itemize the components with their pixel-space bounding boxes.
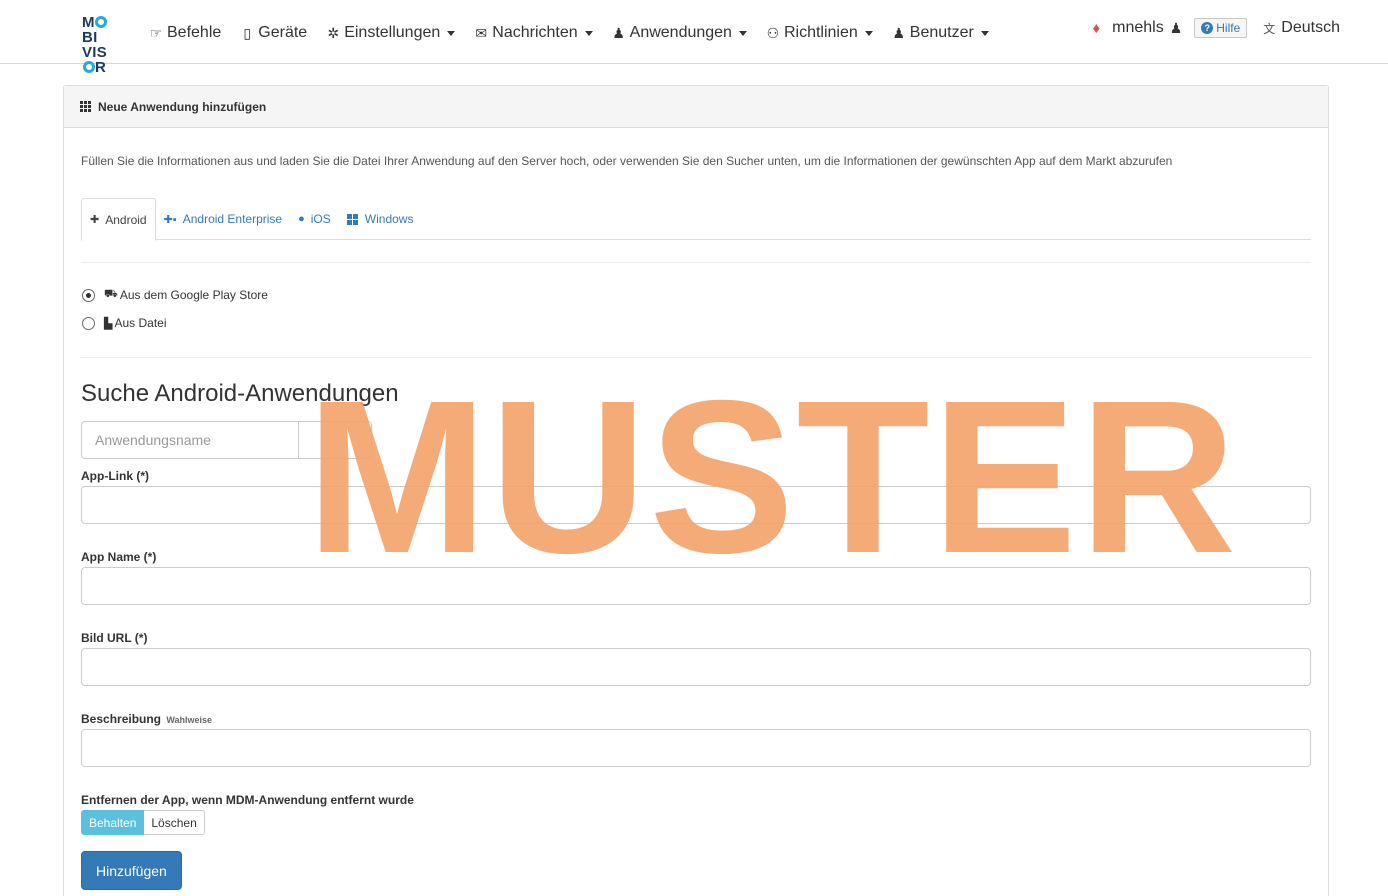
username[interactable]: mnehls: [1112, 19, 1164, 37]
nav-befehle[interactable]: ☞ Befehle: [148, 24, 222, 42]
search-button[interactable]: [299, 421, 372, 459]
cart-icon: ⛟: [104, 288, 118, 300]
nav-benutzer[interactable]: ♟ Benutzer: [891, 24, 989, 42]
nav-nachrichten[interactable]: ✉ Nachrichten: [473, 24, 593, 42]
question-circle-icon: ?: [1201, 22, 1214, 34]
app-link-input[interactable]: [81, 486, 1311, 524]
search-title: Suche Android-Anwendungen: [81, 380, 399, 407]
chevron-down-icon: [447, 30, 456, 36]
user-icon[interactable]: ♟: [1170, 20, 1183, 37]
add-button[interactable]: Hinzufügen: [81, 851, 182, 890]
chevron-down-icon: [738, 30, 747, 36]
chevron-down-icon: [980, 30, 989, 36]
language-selector[interactable]: 文 Deutsch: [1263, 19, 1340, 37]
user-area: ♦ mnehls ♟ ? Hilfe 文 Deutsch: [1092, 18, 1340, 38]
app-name-input[interactable]: [81, 567, 1311, 605]
apple-icon: ●: [298, 213, 305, 225]
radio-google-play[interactable]: [82, 288, 95, 302]
add-application-panel: Neue Anwendung hinzufügen Füllen Sie die…: [63, 85, 1329, 896]
nav-richtlinien[interactable]: ⚇ Richtlinien: [765, 24, 873, 42]
source-file-option[interactable]: ▙ Aus Datei: [82, 316, 167, 330]
top-navbar: MBI VISR ☞ Befehle ▯ Geräte ✲ Einstellun…: [0, 0, 1388, 75]
delete-option-button[interactable]: Löschen: [144, 810, 205, 835]
tab-android-enterprise[interactable]: ✚▪ Android Enterprise: [156, 198, 291, 240]
hand-pointer-icon: ☞: [149, 24, 163, 41]
language-icon: 文: [1263, 21, 1276, 36]
nav-geraete[interactable]: ▯ Geräte: [239, 24, 307, 42]
panel-title: Neue Anwendung hinzufügen: [98, 99, 267, 114]
nav-einstellungen[interactable]: ✲ Einstellungen: [325, 24, 456, 42]
bell-icon[interactable]: ♦: [1092, 20, 1100, 37]
intro-text: Füllen Sie die Informationen aus und lad…: [81, 154, 1173, 168]
mobivisor-logo[interactable]: MBI VISR: [82, 15, 120, 75]
radio-from-file[interactable]: [82, 316, 95, 330]
users-icon: ⚇: [766, 24, 780, 41]
app-name-label: App Name (*): [81, 550, 157, 564]
app-link-label: App-Link (*): [81, 469, 149, 483]
chevron-down-icon: [584, 30, 593, 36]
app-user-icon: ♟: [612, 24, 625, 41]
optional-hint: Wahlweise: [166, 715, 213, 725]
user-icon: ♟: [892, 24, 906, 41]
keep-option-button[interactable]: Behalten: [81, 810, 145, 835]
description-label: Beschreibung Wahlweise: [81, 712, 213, 726]
tab-windows[interactable]: Windows: [339, 198, 422, 240]
android-enterprise-icon: ✚▪: [163, 213, 177, 226]
app-search-input[interactable]: [81, 421, 299, 459]
divider: [81, 262, 1311, 263]
nav-anwendungen[interactable]: ♟ Anwendungen: [611, 24, 747, 42]
gear-icon: ✲: [327, 24, 340, 41]
description-input[interactable]: [81, 729, 1311, 767]
remove-app-label: Entfernen der App, wenn MDM-Anwendung en…: [81, 793, 414, 807]
grid-icon: [80, 101, 91, 112]
file-icon: ▙: [104, 317, 113, 330]
source-google-play-option[interactable]: ⛟ Aus dem Google Play Store: [82, 288, 268, 302]
mobile-icon: ▯: [243, 24, 252, 41]
platform-tabs: ✚ Android ✚▪ Android Enterprise ● iOS Wi…: [81, 198, 1311, 241]
envelope-icon: ✉: [475, 24, 488, 41]
help-button[interactable]: ? Hilfe: [1194, 18, 1248, 38]
tab-ios[interactable]: ● iOS: [290, 198, 339, 240]
remove-app-toggle: Behalten Löschen: [81, 810, 205, 835]
windows-icon: [346, 213, 358, 225]
panel-heading: Neue Anwendung hinzufügen: [64, 86, 1328, 128]
main-menu: ☞ Befehle ▯ Geräte ✲ Einstellungen ✉ Nac…: [148, 20, 1007, 46]
divider: [81, 357, 1311, 358]
android-icon: ✚: [90, 214, 100, 226]
image-url-label: Bild URL (*): [81, 631, 148, 645]
chevron-down-icon: [864, 30, 873, 36]
image-url-input[interactable]: [81, 648, 1311, 686]
tab-android[interactable]: ✚ Android: [81, 198, 156, 241]
